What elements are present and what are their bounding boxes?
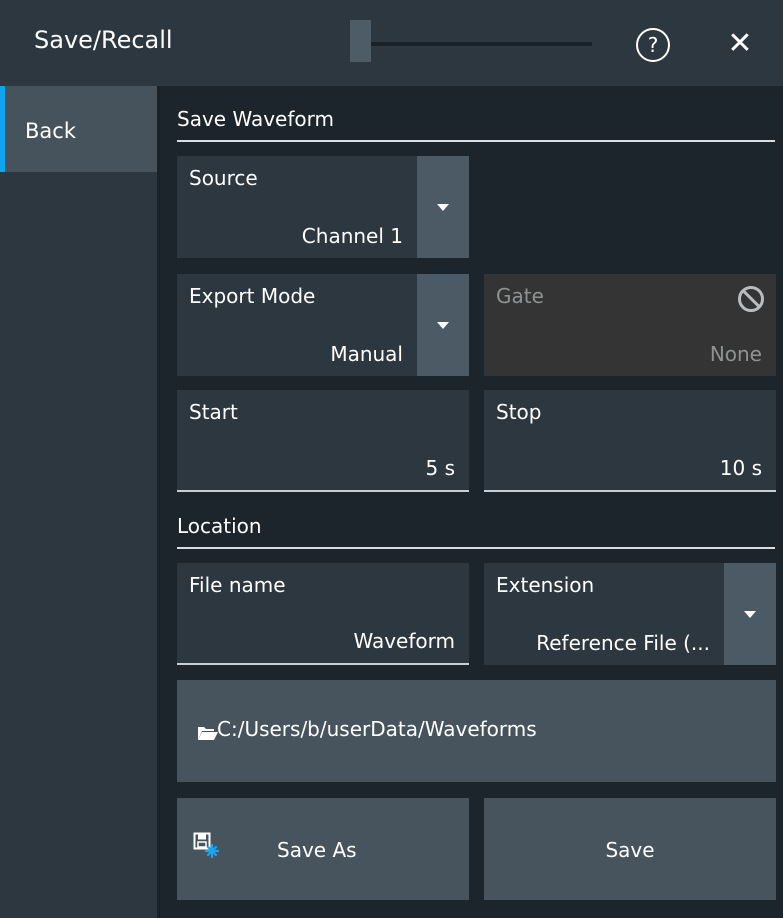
section-divider	[177, 547, 775, 549]
save-label: Save	[605, 838, 655, 862]
location-path-button[interactable]: C:/Users/b/userData/Waveforms	[177, 680, 776, 782]
dialog-title: Save/Recall	[34, 26, 173, 54]
location-path: C:/Users/b/userData/Waveforms	[217, 717, 537, 741]
file-name-value: Waveform	[353, 629, 455, 653]
stop-field[interactable]: Stop 10 s	[484, 390, 776, 492]
extension-label: Extension	[496, 573, 595, 597]
source-label: Source	[189, 166, 258, 190]
gate-label: Gate	[496, 284, 544, 308]
stop-label: Stop	[496, 400, 542, 424]
stop-value: 10 s	[719, 456, 762, 480]
save-button[interactable]: Save	[484, 798, 776, 900]
folder-open-icon	[198, 727, 218, 740]
gate-field: Gate None	[484, 274, 776, 376]
export-mode-label: Export Mode	[189, 284, 316, 308]
save-recall-panel: Save Waveform Source Channel 1 Export Mo…	[163, 86, 783, 918]
start-value: 5 s	[425, 456, 455, 480]
export-mode-field[interactable]: Export Mode Manual	[177, 274, 417, 376]
back-button[interactable]: Back	[0, 86, 157, 172]
section-title-location: Location	[177, 514, 262, 538]
save-as-button[interactable]: Save As	[177, 798, 469, 900]
save-disk-icon	[193, 832, 219, 858]
chevron-down-icon	[437, 204, 449, 211]
title-bar: Save/Recall ? ✕	[0, 0, 783, 86]
section-divider	[177, 140, 775, 142]
extension-value: Reference File (...	[536, 631, 710, 655]
gate-value: None	[709, 342, 762, 366]
back-button-label: Back	[25, 119, 76, 143]
chevron-down-icon	[744, 611, 756, 618]
help-icon[interactable]: ?	[636, 28, 670, 62]
sidebar: Back	[0, 86, 160, 918]
extension-field[interactable]: Extension Reference File (...	[484, 563, 724, 665]
extension-dropdown-button[interactable]	[724, 563, 776, 665]
export-mode-dropdown-button[interactable]	[417, 274, 469, 376]
start-label: Start	[189, 400, 238, 424]
source-value: Channel 1	[301, 224, 403, 248]
section-title-save-waveform: Save Waveform	[177, 107, 334, 131]
chevron-down-icon	[437, 322, 449, 329]
source-dropdown-button[interactable]	[417, 156, 469, 258]
close-icon[interactable]: ✕	[720, 24, 760, 64]
save-as-label: Save As	[277, 838, 357, 862]
dialog-slider-track[interactable]	[350, 42, 592, 46]
start-field[interactable]: Start 5 s	[177, 390, 469, 492]
file-name-label: File name	[189, 573, 286, 597]
file-name-field[interactable]: File name Waveform	[177, 563, 469, 665]
dialog-slider-handle[interactable]	[350, 20, 371, 62]
export-mode-value: Manual	[330, 342, 403, 366]
source-field[interactable]: Source Channel 1	[177, 156, 417, 258]
no-entry-icon	[738, 286, 764, 312]
